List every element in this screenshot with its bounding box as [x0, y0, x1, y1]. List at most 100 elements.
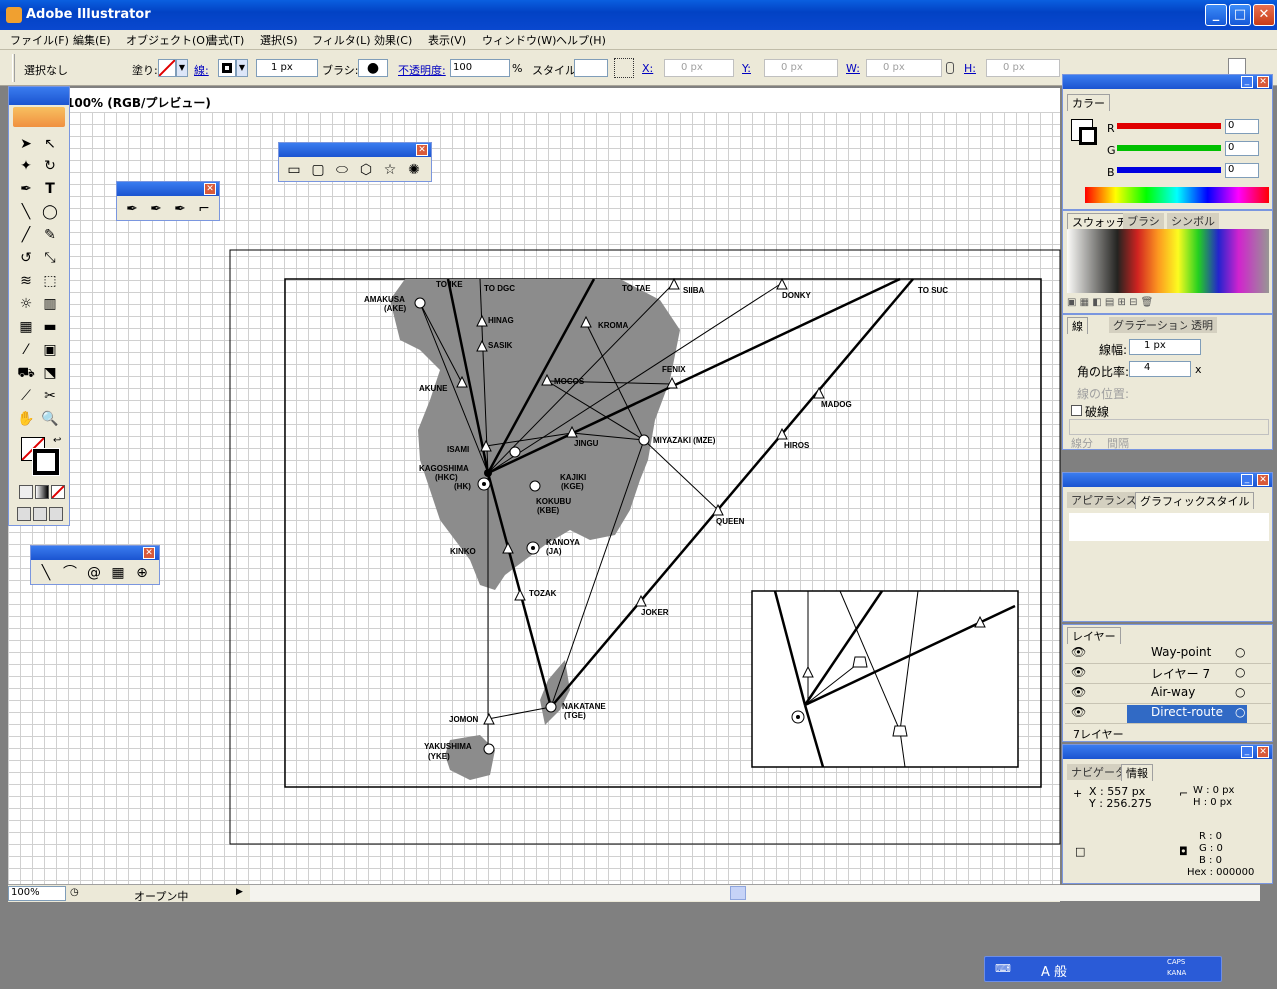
minimize-icon[interactable]: _ [1241, 746, 1253, 758]
line-tool-icon[interactable]: ╲ [15, 201, 37, 223]
tab-color[interactable]: カラー [1067, 94, 1110, 111]
r-slider[interactable] [1117, 123, 1221, 129]
add-anchor-point-icon[interactable]: ✒ [145, 198, 167, 220]
spiral-tool-icon[interactable]: @ [83, 562, 105, 584]
tab-symbols[interactable]: シンボル [1167, 213, 1219, 229]
full-screen-menu-mode-icon[interactable] [33, 507, 47, 521]
gradient-tool-icon[interactable]: ▬ [39, 316, 61, 338]
live-paint-selection-tool-icon[interactable]: ⬔ [39, 362, 61, 384]
close-icon[interactable]: ✕ [416, 144, 428, 156]
b-readout: B : 0 [1199, 855, 1222, 866]
tab-graphic-styles[interactable]: グラフィックスタイル [1135, 492, 1255, 509]
close-icon[interactable]: ✕ [143, 547, 155, 559]
close-icon[interactable]: ✕ [1257, 76, 1269, 88]
pen-tool-icon[interactable]: ✒ [121, 198, 143, 220]
scroll-thumb[interactable] [730, 886, 746, 900]
line-segment-tool-icon[interactable]: ╲ [35, 562, 57, 584]
style-thumbnails[interactable] [1069, 513, 1269, 541]
stroke-weight-field[interactable]: 1 px [1129, 339, 1201, 355]
miter-limit-field[interactable]: 4 [1129, 361, 1191, 377]
zoom-tool-icon[interactable]: 🔍 [39, 408, 61, 430]
g-slider[interactable] [1117, 145, 1221, 151]
swatch-grid[interactable] [1067, 229, 1269, 293]
b-slider[interactable] [1117, 167, 1221, 173]
swap-colors-icon[interactable]: ↩ [53, 435, 61, 446]
layer-row[interactable]: 👁 Direct-route ○ [1065, 705, 1271, 724]
close-icon[interactable]: ✕ [1257, 746, 1269, 758]
hand-tool-icon[interactable]: ✋ [15, 408, 37, 430]
magic-wand-tool-icon[interactable]: ✦ [15, 155, 37, 177]
scissors-tool-icon[interactable]: ✂ [39, 385, 61, 407]
scale-tool-icon[interactable]: ⤡ [39, 247, 61, 269]
ime-mode[interactable]: A 般 [1041, 961, 1067, 980]
lasso-tool-icon[interactable]: ↻ [39, 155, 61, 177]
svg-text:QUEEN: QUEEN [716, 517, 745, 526]
rectangular-grid-tool-icon[interactable]: ▦ [107, 562, 129, 584]
color-spectrum[interactable] [1085, 187, 1269, 203]
stroke-color-icon[interactable] [32, 448, 60, 476]
type-tool-icon[interactable]: T [39, 178, 61, 200]
star-tool-icon[interactable]: ☆ [379, 159, 401, 181]
svg-text:(HK): (HK) [454, 482, 471, 491]
gradient-mode-icon[interactable] [35, 485, 49, 499]
r-input[interactable]: 0 [1225, 119, 1259, 134]
dashed-checkbox[interactable] [1071, 405, 1082, 416]
color-mode-icon[interactable] [19, 485, 33, 499]
minimize-icon[interactable]: _ [1241, 474, 1253, 486]
swatch-toolbar: ▣ ▦ ◧ ▤ ⊞ ⊟ 🗑 [1067, 297, 1154, 308]
polygon-tool-icon[interactable]: ⬡ [355, 159, 377, 181]
paintbrush-tool-icon[interactable]: ╱ [15, 224, 37, 246]
stroke-proxy-icon[interactable] [1079, 127, 1097, 145]
flare-tool-icon[interactable]: ✺ [403, 159, 425, 181]
layer-row[interactable]: 👁 Air-way ○ [1065, 685, 1271, 704]
delete-anchor-point-icon[interactable]: ✒ [169, 198, 191, 220]
mesh-tool-icon[interactable]: ▦ [15, 316, 37, 338]
polar-grid-tool-icon[interactable]: ⊕ [131, 562, 153, 584]
g-input[interactable]: 0 [1225, 141, 1259, 156]
tab-transparency[interactable]: 透明 [1187, 317, 1217, 333]
warp-tool-icon[interactable]: ≋ [15, 270, 37, 292]
blend-tool-icon[interactable]: ▣ [39, 339, 61, 361]
full-screen-mode-icon[interactable] [49, 507, 63, 521]
slice-tool-icon[interactable]: ⟋ [15, 385, 37, 407]
hex-readout: Hex : 000000 [1187, 867, 1255, 878]
free-transform-tool-icon[interactable]: ⬚ [39, 270, 61, 292]
ellipse-tool-icon[interactable]: ◯ [39, 201, 61, 223]
convert-anchor-point-icon[interactable]: ⌐ [193, 198, 215, 220]
graph-tool-icon[interactable]: ▥ [39, 293, 61, 315]
rounded-rectangle-tool-icon[interactable]: ▢ [307, 159, 329, 181]
rotate-tool-icon[interactable]: ↺ [15, 247, 37, 269]
rectangle-tool-icon[interactable]: ▭ [283, 159, 305, 181]
zoom-level-input[interactable]: 100% [8, 886, 66, 901]
normal-screen-mode-icon[interactable] [17, 507, 31, 521]
pen-tool-icon[interactable]: ✒ [15, 178, 37, 200]
layer-row[interactable]: 👁 レイヤー 7 ○ [1065, 665, 1271, 684]
tab-stroke[interactable]: 線 [1067, 317, 1088, 334]
close-icon[interactable]: ✕ [204, 183, 216, 195]
pencil-tool-icon[interactable]: ✎ [39, 224, 61, 246]
live-paint-tool-icon[interactable]: ⛟ [15, 362, 37, 384]
b-input[interactable]: 0 [1225, 163, 1259, 178]
tab-gradient[interactable]: グラデーション [1109, 317, 1194, 333]
none-mode-icon[interactable] [51, 485, 65, 499]
layer-row[interactable]: 👁 Way-point ○ [1065, 645, 1271, 664]
status-menu-arrow-icon[interactable]: ▶ [236, 887, 243, 897]
tab-info[interactable]: 情報 [1121, 764, 1153, 781]
symbol-sprayer-tool-icon[interactable]: ☼ [15, 293, 37, 315]
dash-fields[interactable] [1069, 419, 1269, 435]
close-icon[interactable]: ✕ [1257, 474, 1269, 486]
svg-text:HIROS: HIROS [784, 441, 810, 450]
eyedropper-tool-icon[interactable]: ⁄ [15, 339, 37, 361]
keyboard-icon[interactable]: ⌨ [995, 962, 1011, 975]
ellipse-tool-icon[interactable]: ⬭ [331, 159, 353, 181]
selection-tool-icon[interactable]: ➤ [15, 133, 37, 155]
direct-selection-tool-icon[interactable]: ↖ [39, 133, 61, 155]
arc-tool-icon[interactable]: ⌒ [59, 562, 81, 584]
svg-text:TO SUC: TO SUC [918, 286, 948, 295]
tab-layers[interactable]: レイヤー [1067, 627, 1121, 644]
tab-appearance[interactable]: アピアランス [1067, 492, 1141, 508]
info-panel: _ ✕ ナビゲータ 情報 + X : 557 px Y : 256.275 ⌐ … [1062, 744, 1273, 884]
minimize-icon[interactable]: _ [1241, 76, 1253, 88]
horizontal-scrollbar[interactable] [250, 885, 1260, 901]
tab-brushes[interactable]: ブラシ [1123, 213, 1164, 229]
